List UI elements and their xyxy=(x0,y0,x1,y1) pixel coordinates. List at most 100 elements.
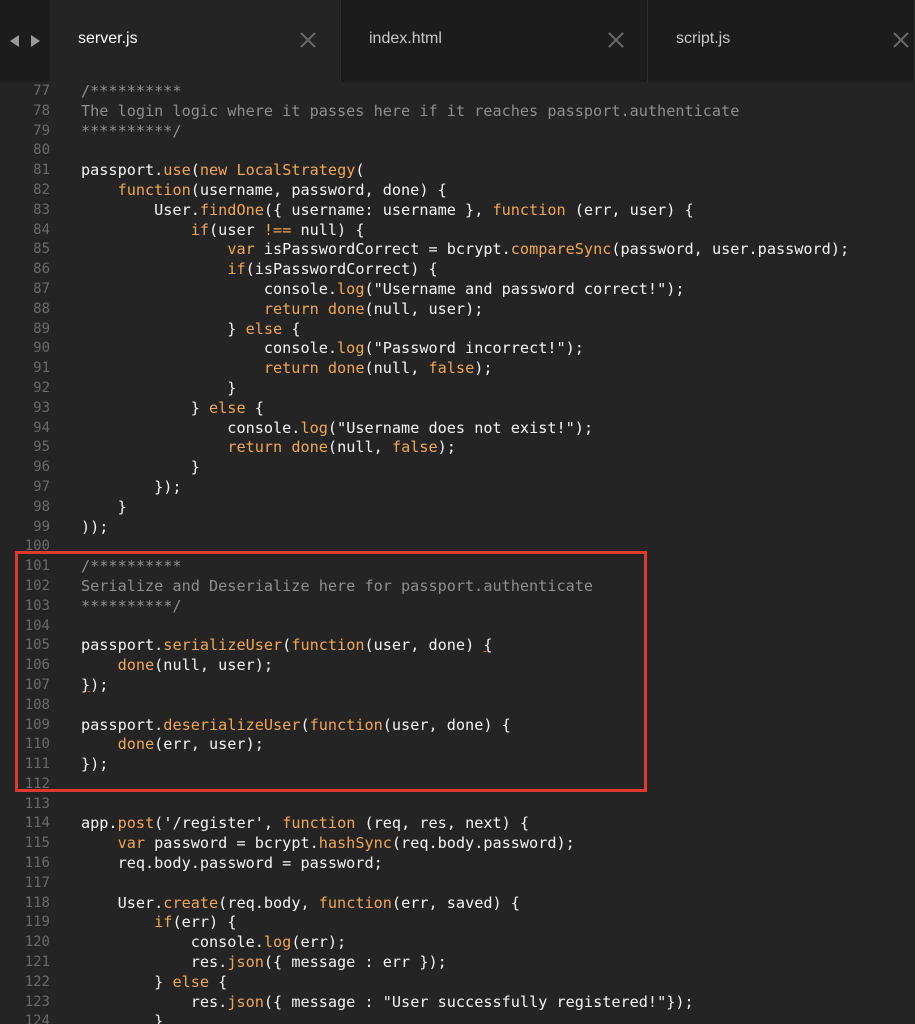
line-number: 108 xyxy=(24,696,50,713)
code-token: (err); xyxy=(291,933,347,952)
code-token: function xyxy=(282,814,356,833)
code-line: 111}); xyxy=(0,755,915,775)
code-token: json xyxy=(227,992,264,1011)
line-number: 111 xyxy=(24,756,50,773)
line-number: 117 xyxy=(24,874,50,891)
tab-index-html[interactable]: index.html xyxy=(341,0,648,82)
code-token: (req.body, xyxy=(218,893,319,912)
code-token: res. xyxy=(81,992,228,1011)
code-text: } xyxy=(81,1012,163,1024)
code-token: done xyxy=(327,359,365,378)
code-token: User. xyxy=(81,893,164,912)
tab-script-js[interactable]: script.js xyxy=(648,0,915,82)
code-token: (req, res, next) { xyxy=(355,814,530,833)
code-token: "Username does not exist!" xyxy=(337,418,575,437)
line-number: 122 xyxy=(24,973,50,990)
code-text: console.log("Password incorrect!"); xyxy=(81,339,584,359)
line-number: 90 xyxy=(33,340,50,357)
code-text: app.post('/register', function (req, res… xyxy=(81,814,529,834)
code-token: if xyxy=(227,260,246,279)
code-text: console.log("Username does not exist!"); xyxy=(81,419,593,439)
code-lines: 77 /********** 78 The login logic where it … xyxy=(0,82,915,1024)
code-text: done(null, user); xyxy=(81,656,273,676)
code-token: (username, password, done) { xyxy=(190,180,447,199)
code-token: ({ message : err }); xyxy=(263,953,447,972)
code-token: } xyxy=(81,1012,164,1024)
line-number: 80 xyxy=(33,142,50,159)
tab-label: script.js xyxy=(676,30,731,47)
line-number: 116 xyxy=(24,855,50,872)
code-token: User. xyxy=(81,200,200,219)
code-token: return xyxy=(263,359,319,378)
code-token: } xyxy=(81,378,237,397)
code-token: function xyxy=(318,893,392,912)
triangle-right-icon[interactable] xyxy=(31,35,40,47)
code-token: ); xyxy=(474,359,493,378)
code-token: /********** xyxy=(81,557,182,576)
tab-bar: server.js index.html script.js xyxy=(0,0,915,82)
close-icon[interactable] xyxy=(300,32,316,48)
line-number: 120 xyxy=(24,934,50,951)
code-token: (err, user) { xyxy=(565,200,694,219)
line-number: 112 xyxy=(24,775,50,792)
code-token: ( xyxy=(154,814,164,833)
code-text: console.log("Username and password corre… xyxy=(81,280,685,300)
code-line: 88 return done(null, user); xyxy=(0,300,915,320)
code-token: new xyxy=(199,161,228,180)
code-token: use xyxy=(163,161,191,180)
line-number: 109 xyxy=(24,716,50,733)
code-token: done xyxy=(327,299,365,318)
code-line: 79 **********/ xyxy=(0,122,915,142)
code-line: 118 User.create(req.body, function(err, … xyxy=(0,894,915,914)
code-text: function(username, password, done) { xyxy=(81,181,447,201)
code-line: 101 /********** xyxy=(0,557,915,577)
code-token: var xyxy=(227,240,255,259)
code-text: } xyxy=(81,379,236,399)
code-line: 119 if(err) { xyxy=(0,913,915,933)
code-line: 99)); xyxy=(0,518,915,538)
code-text: User.create(req.body, function(err, save… xyxy=(81,894,520,914)
line-number: 101 xyxy=(24,558,50,575)
code-token: var xyxy=(117,834,146,853)
code-line: 98 } xyxy=(0,498,915,518)
code-text: } xyxy=(81,458,200,478)
triangle-left-icon[interactable] xyxy=(10,35,19,47)
code-line: 78 The login logic where it passes here i… xyxy=(0,102,915,122)
code-text: /********** xyxy=(81,82,182,102)
line-number: 99 xyxy=(33,518,50,535)
close-icon[interactable] xyxy=(608,32,624,48)
code-token: create xyxy=(163,893,219,912)
code-token: log xyxy=(337,339,365,358)
code-line: 114 app.post('/register', function (req, … xyxy=(0,814,915,834)
code-token: ( xyxy=(327,418,338,437)
line-number: 81 xyxy=(33,162,50,179)
code-line: 115 var password = bcrypt.hashSync(req.b… xyxy=(0,834,915,854)
code-token: { xyxy=(282,319,301,338)
code-token: ( xyxy=(355,161,365,180)
code-editor[interactable]: 77 /********** 78 The login logic where it … xyxy=(0,82,915,1024)
code-token: ); xyxy=(666,279,685,298)
close-icon[interactable] xyxy=(893,32,909,48)
line-number: 84 xyxy=(33,221,50,238)
code-line: 107}); xyxy=(0,676,915,696)
code-token: }); xyxy=(81,477,182,496)
code-token: (null, user); xyxy=(364,299,484,318)
code-token: passport. xyxy=(81,636,164,655)
code-line: 92 } xyxy=(0,379,915,399)
code-text: req.body.password = password; xyxy=(81,854,383,874)
tab-server-js[interactable]: server.js xyxy=(50,0,341,82)
code-token: "Password incorrect!" xyxy=(373,339,566,358)
code-line: 100 xyxy=(0,537,915,557)
line-number: 107 xyxy=(24,676,50,693)
code-line: 113 xyxy=(0,795,915,815)
code-text: } else { xyxy=(81,399,264,419)
code-line: 105 passport.serializeUser(function(user,… xyxy=(0,636,915,656)
code-token: findOne xyxy=(199,200,264,219)
code-token: console. xyxy=(81,279,338,298)
